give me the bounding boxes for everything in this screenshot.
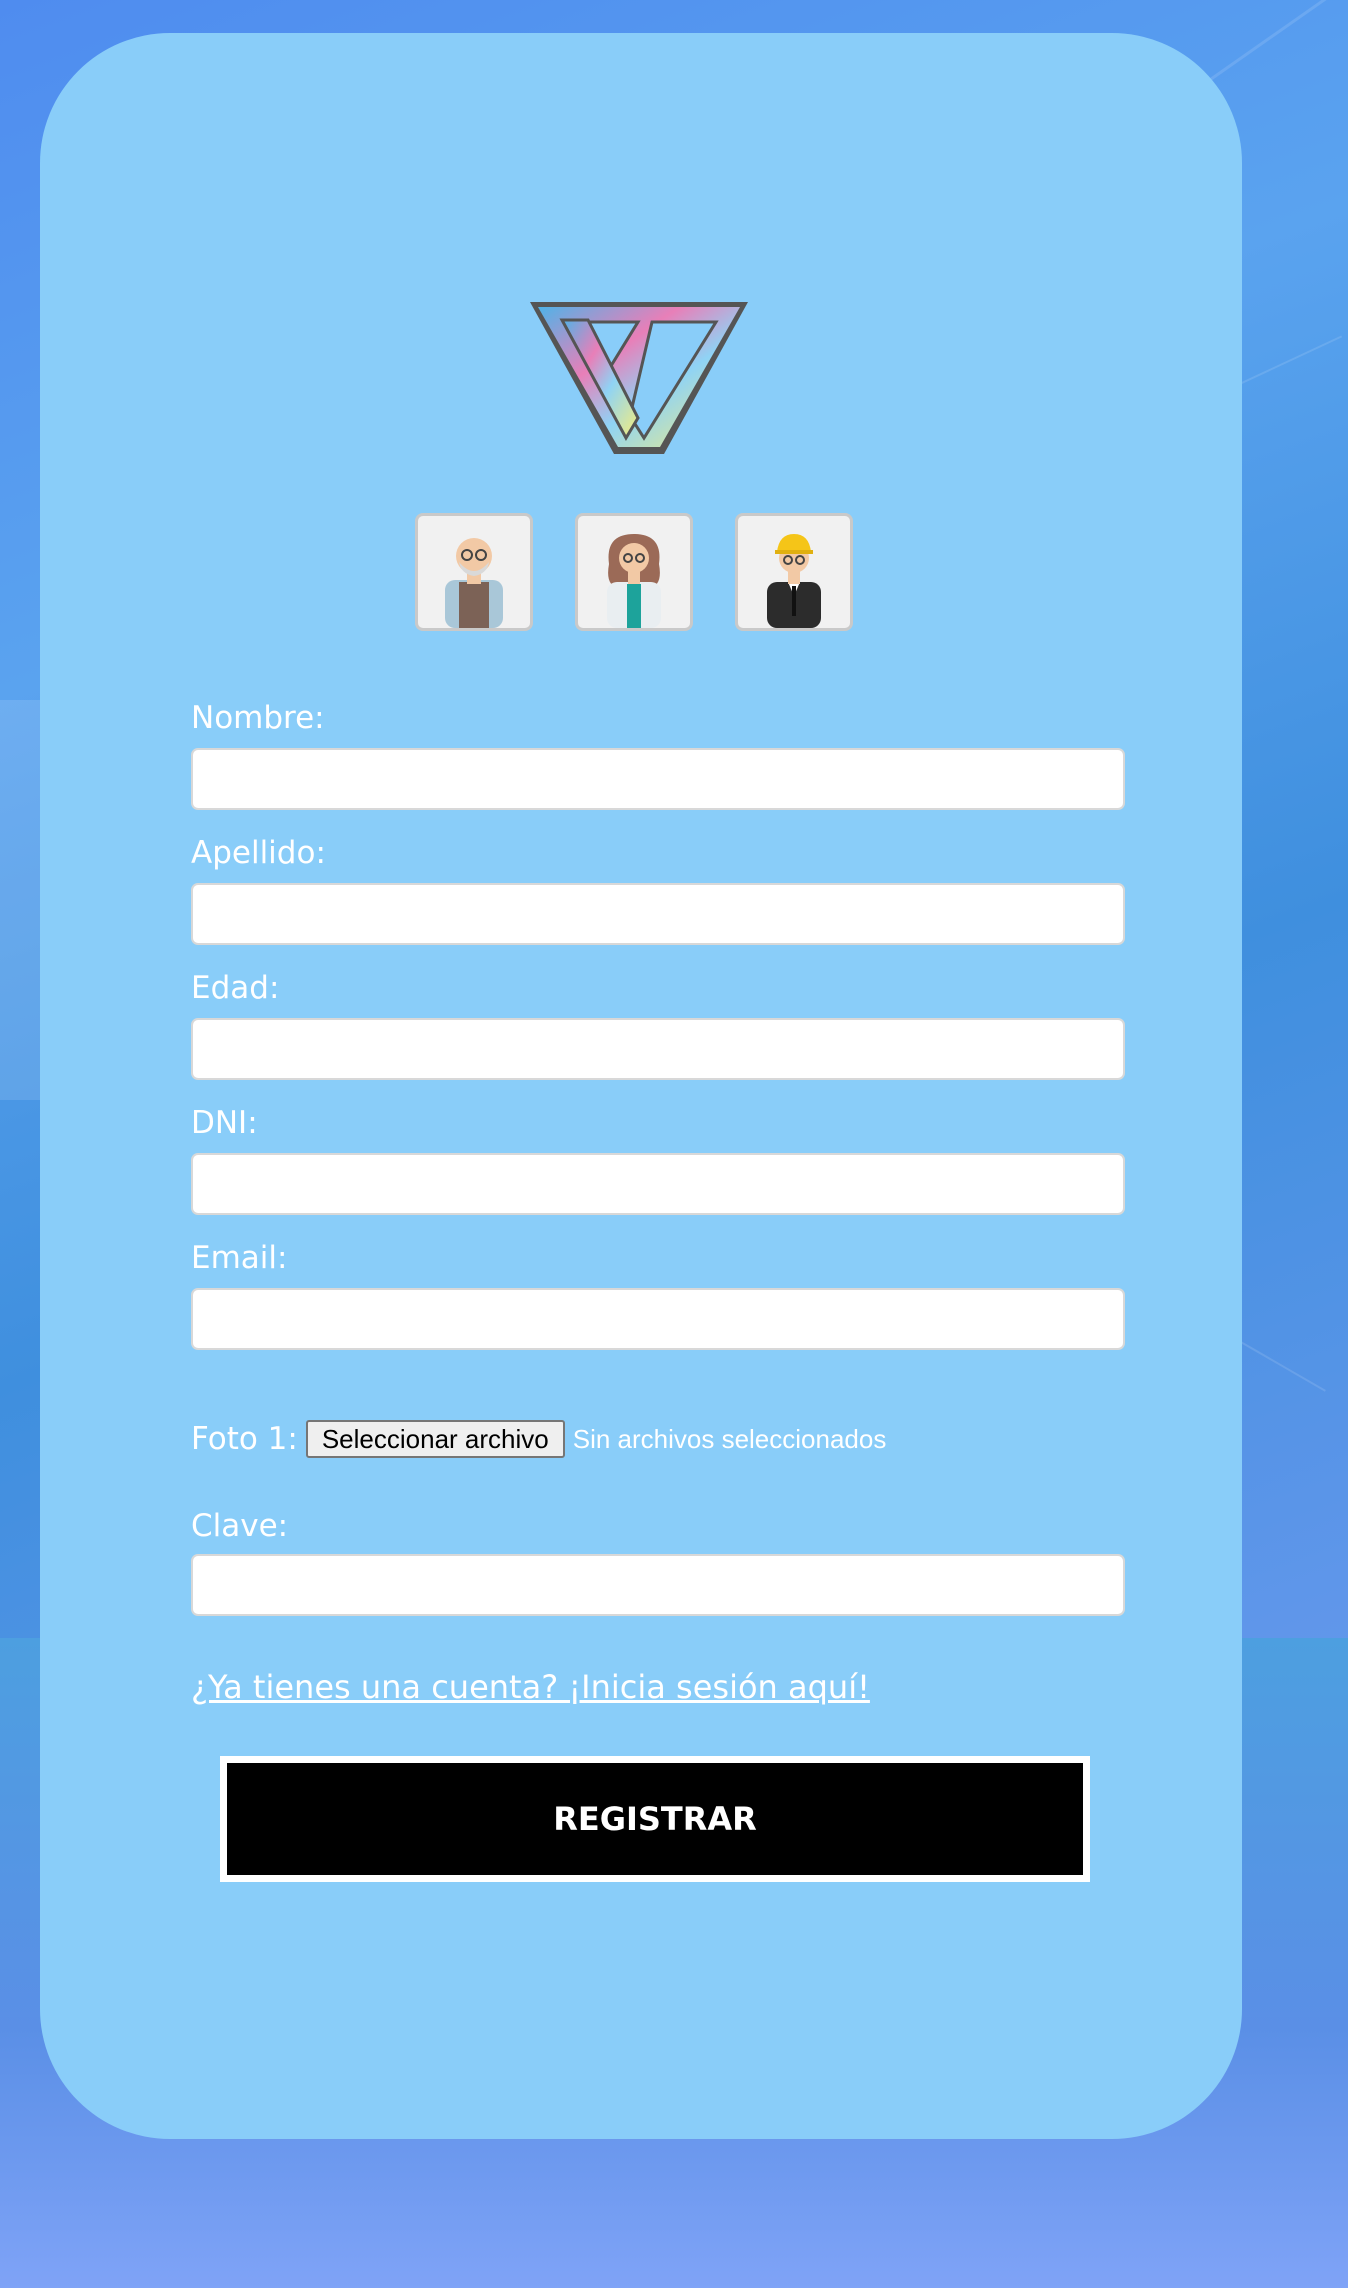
clave-input[interactable] [191, 1554, 1125, 1616]
dni-label: DNI: [191, 1105, 258, 1141]
avatar-selector [415, 513, 853, 631]
foto-label: Foto 1: [191, 1421, 298, 1457]
w-logo-icon [526, 298, 752, 458]
edad-label: Edad: [191, 970, 280, 1006]
avatar-doctor-woman-icon[interactable] [575, 513, 693, 631]
nombre-input[interactable] [191, 748, 1125, 810]
avatar-elderly-man-icon[interactable] [415, 513, 533, 631]
email-label: Email: [191, 1240, 288, 1276]
nombre-label: Nombre: [191, 700, 325, 736]
login-link[interactable]: ¿Ya tienes una cuenta? ¡Inicia sesión aq… [191, 1668, 870, 1706]
dni-input[interactable] [191, 1153, 1125, 1215]
photo-upload-row: Foto 1: Seleccionar archivo Sin archivos… [191, 1416, 886, 1462]
apellido-input[interactable] [191, 883, 1125, 945]
file-status-text: Sin archivos seleccionados [572, 1423, 887, 1454]
register-button[interactable]: REGISTRAR [220, 1756, 1090, 1882]
background-streak [0, 700, 40, 1100]
edad-input[interactable] [191, 1018, 1125, 1080]
select-file-button[interactable]: Seleccionar archivo [305, 1420, 565, 1458]
email-input[interactable] [191, 1288, 1125, 1350]
apellido-label: Apellido: [191, 835, 326, 871]
clave-label: Clave: [191, 1508, 289, 1544]
avatar-engineer-man-icon[interactable] [735, 513, 853, 631]
